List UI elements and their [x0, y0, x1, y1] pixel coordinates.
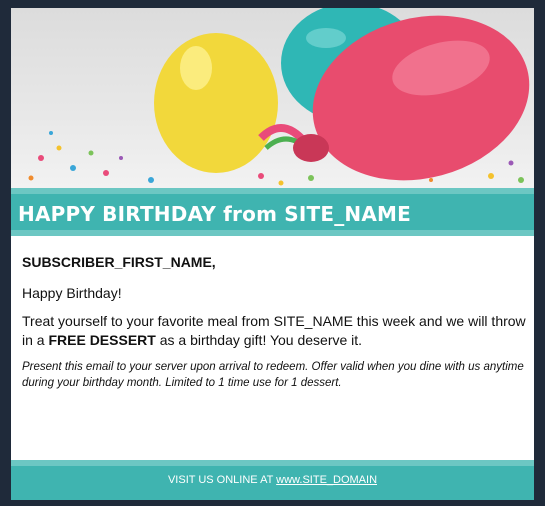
email-body: SUBSCRIBER_FIRST_NAME, Happy Birthday! T…: [22, 253, 527, 403]
birthday-line: Happy Birthday!: [22, 285, 122, 301]
terms-note: Present this email to your server upon a…: [22, 361, 524, 389]
footer-bar: VISIT US ONLINE AT www.SITE_DOMAIN: [11, 460, 534, 500]
offer-text: Treat yourself to your favorite meal fro…: [22, 312, 527, 350]
site-link[interactable]: www.SITE_DOMAIN: [276, 474, 377, 486]
hero-image: [11, 8, 534, 188]
offer-post: as a birthday gift! You deserve it.: [155, 332, 363, 348]
yellow-balloon: [154, 33, 278, 173]
offer-highlight: FREE DESSERT: [48, 332, 156, 348]
footer-prefix: VISIT US ONLINE AT: [167, 474, 277, 486]
banner-title: HAPPY BIRTHDAY from SITE_NAME: [18, 202, 411, 226]
balloons-illustration: [28, 8, 530, 186]
header-banner: HAPPY BIRTHDAY from SITE_NAME: [11, 188, 534, 236]
email-container: HAPPY BIRTHDAY from SITE_NAME SUBSCRIBER…: [11, 8, 534, 500]
greeting: SUBSCRIBER_FIRST_NAME,: [22, 254, 216, 270]
